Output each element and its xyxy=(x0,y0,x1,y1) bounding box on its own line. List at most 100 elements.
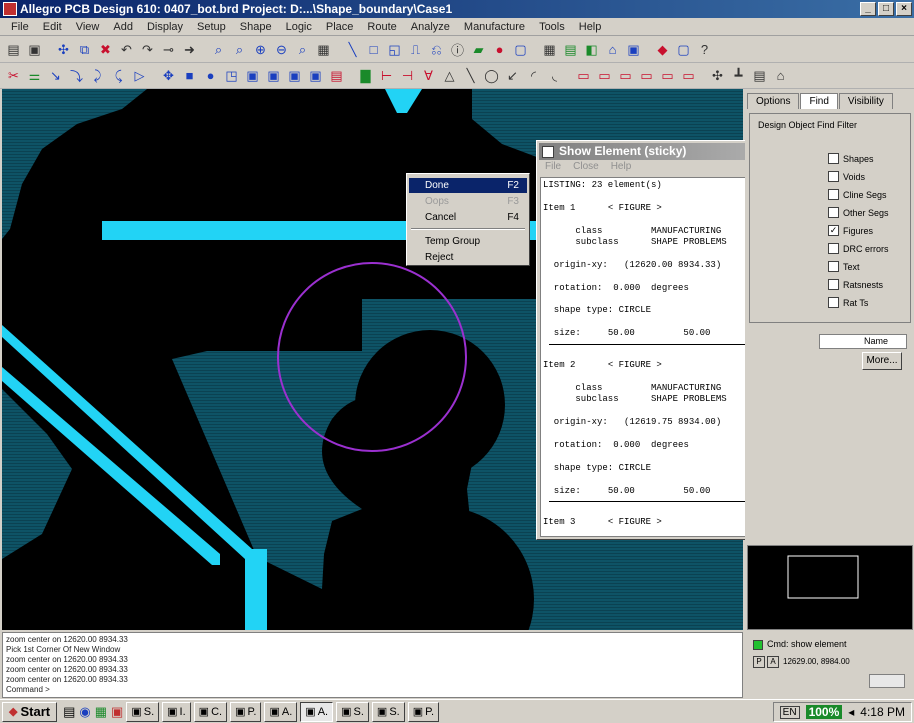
taskbar-item[interactable]: ▣ A. xyxy=(300,701,334,722)
circle-icon[interactable]: ◯ xyxy=(482,66,501,85)
menu-item-oops[interactable]: Oops F3 xyxy=(409,194,527,209)
close-button[interactable]: × xyxy=(896,2,912,16)
menu-analyze[interactable]: Analyze xyxy=(404,21,457,33)
minimize-button[interactable]: _ xyxy=(860,2,876,16)
testprep-icon[interactable]: ┻ xyxy=(729,66,748,85)
quicklaunch-icon[interactable]: ◉ xyxy=(79,704,90,720)
drill-table-icon[interactable]: ▭ xyxy=(574,66,593,85)
slide-icon[interactable]: ⎌ xyxy=(427,40,446,59)
checkbox-cline-segs[interactable]: Cline Segs xyxy=(828,189,887,200)
ncdrill-icon[interactable]: ▭ xyxy=(616,66,635,85)
menu-file[interactable]: File xyxy=(4,21,36,33)
world-view[interactable] xyxy=(747,545,913,630)
place-icon[interactable]: ✥ xyxy=(159,66,178,85)
menu-help[interactable]: Help xyxy=(611,161,632,175)
help-icon[interactable]: ? xyxy=(695,40,714,59)
taskbar-item[interactable]: ▣ A. xyxy=(264,701,298,722)
report-icon[interactable]: ▤ xyxy=(750,66,769,85)
tab-visibility[interactable]: Visibility xyxy=(838,93,893,109)
menu-manufacture[interactable]: Manufacture xyxy=(457,21,532,33)
taskbar-item[interactable]: ▣ S. xyxy=(126,701,160,722)
menu-close[interactable]: Close xyxy=(573,161,599,175)
absolute-icon[interactable]: A xyxy=(767,656,779,668)
menu-file[interactable]: File xyxy=(545,161,561,175)
menu-route[interactable]: Route xyxy=(360,21,403,33)
prop-icon[interactable]: ▢ xyxy=(511,40,530,59)
menu-add[interactable]: Add xyxy=(106,21,140,33)
artwork-icon[interactable]: ▭ xyxy=(637,66,656,85)
more-button[interactable]: More... xyxy=(862,352,902,370)
thieving-icon[interactable]: ▭ xyxy=(679,66,698,85)
info-icon[interactable]: ⓘ xyxy=(448,40,467,59)
menu-item-temp-group[interactable]: Temp Group xyxy=(409,234,527,249)
menu-tools[interactable]: Tools xyxy=(532,21,572,33)
pin-icon[interactable]: ⊸ xyxy=(159,40,178,59)
tab-find[interactable]: Find xyxy=(800,93,838,109)
move-icon[interactable]: ✣ xyxy=(54,40,73,59)
menu-place[interactable]: Place xyxy=(319,21,361,33)
grid-icon[interactable]: ▦ xyxy=(540,40,559,59)
start-button[interactable]: ◆ Start xyxy=(2,701,58,722)
checkbox-drc-errors[interactable]: DRC errors xyxy=(828,243,889,254)
open-icon[interactable]: ▤ xyxy=(4,40,23,59)
menu-item-reject[interactable]: Reject xyxy=(409,250,527,265)
shape-edit-icon[interactable]: ▣ xyxy=(243,66,262,85)
checkbox-rat-ts[interactable]: Rat Ts xyxy=(828,297,868,308)
taskbar-item[interactable]: ▣ S. xyxy=(371,701,405,722)
fanout-icon[interactable]: ⤹ xyxy=(109,66,128,85)
checkbox-text[interactable]: Text xyxy=(828,261,860,272)
custom-smooth-icon[interactable]: ⤵ xyxy=(67,66,86,85)
add-line-icon[interactable]: ╲ xyxy=(343,40,362,59)
route-icon[interactable]: ✂ xyxy=(4,66,23,85)
zoom-in-icon[interactable]: ⊕ xyxy=(251,40,270,59)
shape-param-icon[interactable]: ▣ xyxy=(306,66,325,85)
menu-display[interactable]: Display xyxy=(140,21,190,33)
variant-icon[interactable]: ✣ xyxy=(708,66,727,85)
taskbar-item[interactable]: ▣ P. xyxy=(407,701,440,722)
menu-logic[interactable]: Logic xyxy=(279,21,319,33)
visibility-icon[interactable]: ◧ xyxy=(582,40,601,59)
color-icon[interactable]: ▤ xyxy=(561,40,580,59)
checkbox-voids[interactable]: Voids xyxy=(828,171,865,182)
menu-edit[interactable]: Edit xyxy=(36,21,69,33)
quicklaunch-icon[interactable]: ▤ xyxy=(63,704,75,720)
menu-item-cancel[interactable]: Cancel F4 xyxy=(409,210,527,225)
volume-icon[interactable]: ◂ xyxy=(848,705,854,719)
taskbar-item[interactable]: ▣ C. xyxy=(193,701,228,722)
chamfer-icon[interactable]: ◜ xyxy=(524,66,543,85)
zoom-prev-icon[interactable]: ⌕ xyxy=(293,40,312,59)
taskbar-item[interactable]: ▣ S. xyxy=(336,701,369,722)
spread-icon[interactable]: ⤸ xyxy=(88,66,107,85)
find-by-select[interactable]: Name xyxy=(819,334,907,349)
shape-circle-icon[interactable]: ● xyxy=(201,66,220,85)
window-icon[interactable]: ▢ xyxy=(674,40,693,59)
command-prompt[interactable]: Command > xyxy=(6,685,739,695)
command-window[interactable]: zoom center on 12620.00 8934.33 Pick 1st… xyxy=(2,632,743,698)
slash-icon[interactable]: ╲ xyxy=(461,66,480,85)
redraw-icon[interactable]: ▦ xyxy=(314,40,333,59)
shape-swap-icon[interactable]: ▤ xyxy=(327,66,346,85)
checkbox-figures[interactable]: ✓ Figures xyxy=(828,225,873,236)
checkbox-other-segs[interactable]: Other Segs xyxy=(828,207,889,218)
drc-icon[interactable]: ● xyxy=(490,40,509,59)
quicklaunch-icon[interactable]: ▣ xyxy=(111,704,123,720)
redo-icon[interactable]: ↷ xyxy=(138,40,157,59)
shape-void-icon[interactable]: ▣ xyxy=(264,66,283,85)
layer-icon[interactable]: ◱ xyxy=(385,40,404,59)
arrow-icon[interactable]: ➜ xyxy=(180,40,199,59)
delay-tune-icon[interactable]: ▷ xyxy=(130,66,149,85)
menu-setup[interactable]: Setup xyxy=(190,21,233,33)
leader-icon[interactable]: ↙ xyxy=(503,66,522,85)
undo-icon[interactable]: ↶ xyxy=(117,40,136,59)
menu-view[interactable]: View xyxy=(69,21,107,33)
clock[interactable]: 4:18 PM xyxy=(860,705,905,719)
measure-icon[interactable]: ▰ xyxy=(469,40,488,59)
quicklaunch-icon[interactable]: ▦ xyxy=(95,704,107,720)
menu-item-done[interactable]: Done F2 xyxy=(409,178,527,193)
3d-view-icon[interactable]: ⌂ xyxy=(603,40,622,59)
menu-shape[interactable]: Shape xyxy=(233,21,279,33)
tab-options[interactable]: Options xyxy=(747,93,800,109)
checkbox-ratsnests[interactable]: Ratsnests xyxy=(828,279,883,290)
zoom-fit-icon[interactable]: ⌕ xyxy=(230,40,249,59)
zoom-points-icon[interactable]: ⌕ xyxy=(209,40,228,59)
